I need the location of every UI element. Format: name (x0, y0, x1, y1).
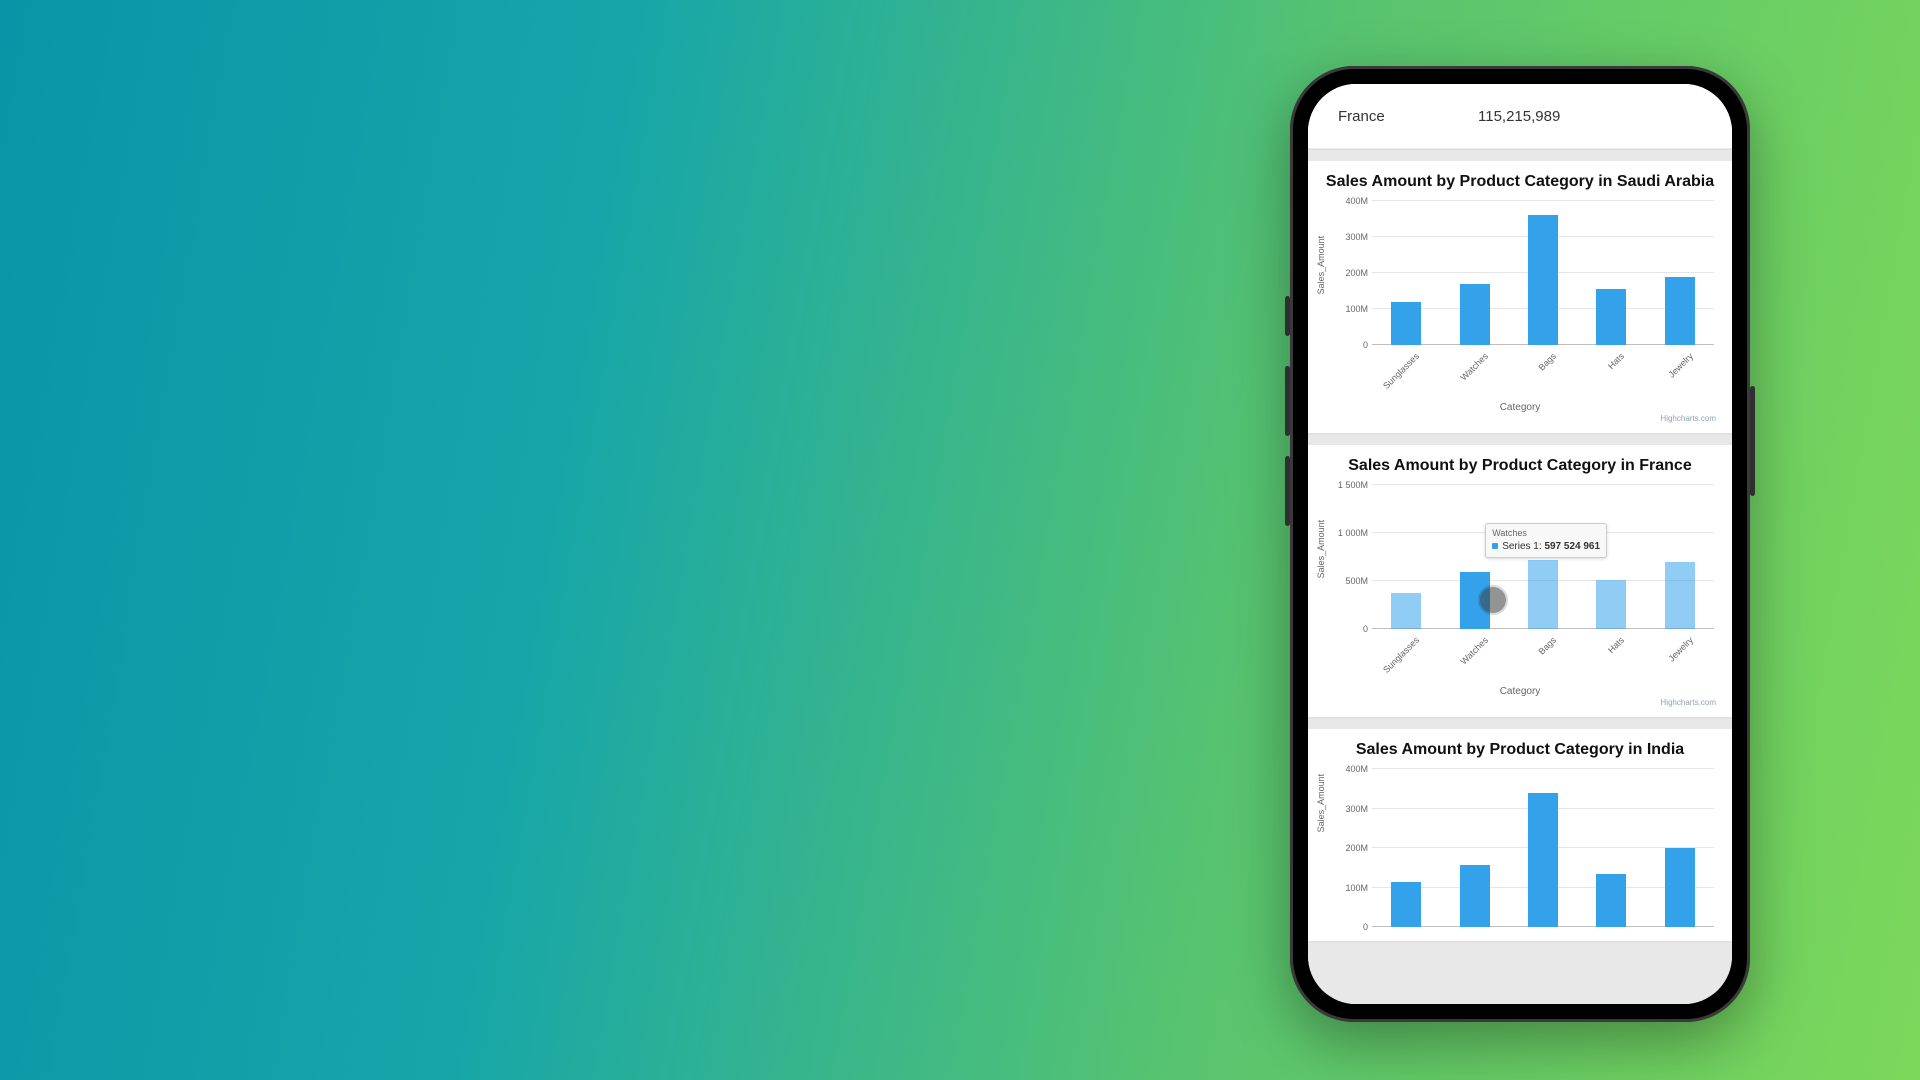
y-tick-label: 500M (1345, 576, 1368, 586)
tooltip-value-row: Series 1: 597 524 961 (1492, 541, 1600, 553)
grid-line (1372, 484, 1714, 485)
touch-indicator-icon (1480, 587, 1506, 613)
y-tick-label: 0 (1363, 624, 1368, 634)
x-tick-label: Sunglasses (1381, 351, 1421, 391)
chart-card-france[interactable]: Sales Amount by Product Category in Fran… (1308, 445, 1732, 717)
bar-bags[interactable] (1528, 560, 1558, 629)
chart-card-saudi[interactable]: Sales Amount by Product Category in Saud… (1308, 161, 1732, 433)
chart-credit: Highcharts.com (1660, 698, 1716, 707)
x-tick-label: Bags (1536, 351, 1558, 373)
x-tick-label: Bags (1536, 635, 1558, 657)
y-tick-label: 0 (1363, 922, 1368, 932)
bar-jewelry[interactable] (1665, 562, 1695, 629)
bar-jewelry[interactable] (1665, 277, 1695, 345)
phone-volume-down-button (1285, 456, 1290, 526)
bar-watches[interactable] (1460, 284, 1490, 345)
y-tick-label: 300M (1345, 804, 1368, 814)
chart-title: Sales Amount by Product Category in Fran… (1314, 453, 1726, 481)
chart-title: Sales Amount by Product Category in Saud… (1314, 169, 1726, 197)
scroll-area[interactable]: France 115,215,989 Sales Amount by Produ… (1308, 84, 1732, 1004)
x-tick-label: Hats (1606, 635, 1626, 655)
y-tick-label: 200M (1345, 843, 1368, 853)
y-axis-label: Sales_Amount (1316, 236, 1326, 295)
plot-area[interactable] (1372, 769, 1714, 927)
x-tick-label: Sunglasses (1381, 635, 1421, 675)
y-ticks: 0100M200M300M400M (1332, 201, 1370, 345)
phone-frame: France 115,215,989 Sales Amount by Produ… (1290, 66, 1750, 1022)
bar-sunglasses[interactable] (1391, 302, 1421, 345)
phone-volume-up-button (1285, 366, 1290, 436)
chart-area[interactable]: Sales_Amount 0 100M 200M 300M 400M Sunglasses W… (1318, 197, 1722, 427)
chart-area[interactable]: Sales_Amount 0 500M 1 000M 1 500M Sunglasses W… (1318, 481, 1722, 711)
y-tick-label: 300M (1345, 232, 1368, 242)
x-tick-label: Watches (1458, 635, 1490, 667)
y-tick-label: 200M (1345, 268, 1368, 278)
y-tick-label: 1 500M (1338, 480, 1368, 490)
chart-card-india[interactable]: Sales Amount by Product Category in Indi… (1308, 729, 1732, 941)
y-axis-label: Sales_Amount (1316, 520, 1326, 579)
tooltip-value: 597 524 961 (1544, 541, 1600, 552)
tooltip-category: Watches (1492, 528, 1600, 539)
grid-line (1372, 768, 1714, 769)
phone-screen[interactable]: France 115,215,989 Sales Amount by Produ… (1308, 84, 1732, 1004)
x-tick-label: Watches (1458, 351, 1490, 383)
legend-swatch-icon (1492, 543, 1498, 549)
phone-power-button (1750, 386, 1755, 496)
phone-side-button (1285, 296, 1290, 336)
bar-bags[interactable] (1528, 215, 1558, 345)
x-tick-label: Jewelry (1666, 635, 1695, 664)
bar-sunglasses[interactable] (1391, 593, 1421, 629)
bar-sunglasses[interactable] (1391, 882, 1421, 927)
bar-hats[interactable] (1596, 580, 1626, 629)
background: France 115,215,989 Sales Amount by Produ… (0, 0, 1920, 1080)
x-axis-label: Category (1318, 402, 1722, 413)
x-tick-label: Jewelry (1666, 351, 1695, 380)
bar-bags[interactable] (1528, 793, 1558, 927)
y-ticks: 0100M200M300M400M (1332, 769, 1370, 927)
x-axis-label: Category (1318, 686, 1722, 697)
y-tick-label: 0 (1363, 340, 1368, 350)
x-tick-labels: Sunglasses Watches Bags Hats Jewelry (1372, 351, 1714, 393)
header-row[interactable]: France 115,215,989 (1308, 84, 1732, 149)
header-country: France (1338, 108, 1478, 125)
bar-watches[interactable] (1460, 865, 1490, 927)
x-tick-label: Hats (1606, 351, 1626, 371)
bar-hats[interactable] (1596, 289, 1626, 345)
plot-area[interactable] (1372, 201, 1714, 345)
bar-hats[interactable] (1596, 874, 1626, 927)
y-tick-label: 100M (1345, 883, 1368, 893)
chart-credit: Highcharts.com (1660, 414, 1716, 423)
y-tick-label: 100M (1345, 304, 1368, 314)
y-tick-label: 400M (1345, 764, 1368, 774)
chart-area[interactable]: Sales_Amount 0 100M 200M 300M 400M (1318, 765, 1722, 935)
y-axis-label: Sales_Amount (1316, 774, 1326, 833)
grid-line (1372, 200, 1714, 201)
y-ticks: 0500M1 000M1 500M (1332, 485, 1370, 629)
y-tick-label: 1 000M (1338, 528, 1368, 538)
tooltip-series-label: Series 1: (1502, 541, 1541, 552)
chart-title: Sales Amount by Product Category in Indi… (1314, 737, 1726, 765)
tooltip: Watches Series 1: 597 524 961 (1485, 523, 1607, 558)
bar-jewelry[interactable] (1665, 848, 1695, 927)
header-value: 115,215,989 (1478, 108, 1560, 125)
x-tick-labels: Sunglasses Watches Bags Hats Jewelry (1372, 635, 1714, 677)
y-tick-label: 400M (1345, 196, 1368, 206)
